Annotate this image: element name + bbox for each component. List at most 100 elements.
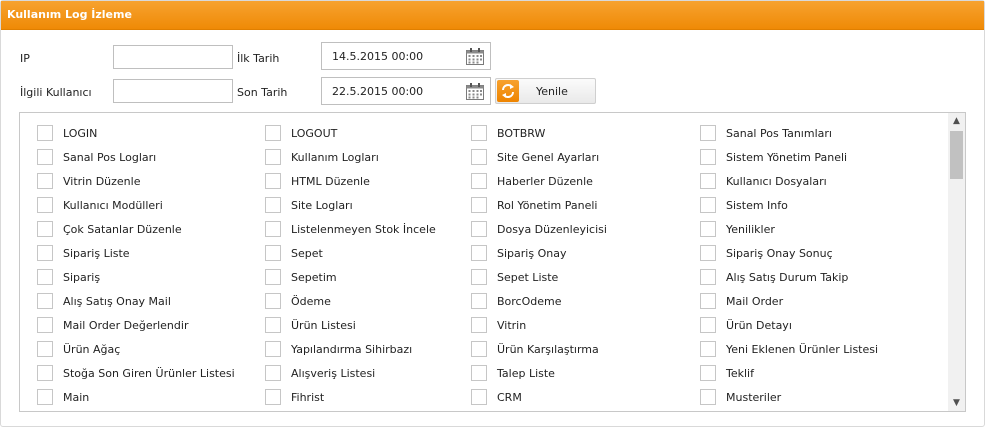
checkbox-label: LOGIN: [63, 127, 98, 140]
checkbox[interactable]: [471, 125, 487, 141]
checkbox[interactable]: [700, 221, 716, 237]
checkbox[interactable]: [700, 245, 716, 261]
checkbox[interactable]: [471, 173, 487, 189]
checkbox[interactable]: [265, 149, 281, 165]
checkbox-label: Stoğa Son Giren Ürünler Listesi: [63, 367, 235, 380]
scrollbar-thumb[interactable]: [950, 131, 963, 179]
checkbox-label: Ürün Detayı: [726, 319, 792, 332]
checkbox[interactable]: [265, 173, 281, 189]
checkbox[interactable]: [700, 341, 716, 357]
checkbox[interactable]: [37, 149, 53, 165]
user-label: İlgili Kullanıcı: [20, 86, 92, 99]
checkbox[interactable]: [700, 149, 716, 165]
checkbox-label: Talep Liste: [497, 367, 555, 380]
checkbox[interactable]: [700, 293, 716, 309]
checkbox-label: Main: [63, 391, 90, 404]
checkbox[interactable]: [700, 125, 716, 141]
checkbox[interactable]: [700, 173, 716, 189]
checkbox[interactable]: [471, 197, 487, 213]
checkbox-label: Sepet Liste: [497, 271, 559, 284]
checkbox-label: Yenilikler: [726, 223, 775, 236]
checkbox[interactable]: [265, 317, 281, 333]
start-date-field[interactable]: 14.5.2015 00:00: [321, 42, 491, 70]
end-date-value: 22.5.2015 00:00: [332, 85, 424, 98]
checkbox-label: Ödeme: [291, 295, 331, 308]
checkbox[interactable]: [471, 389, 487, 405]
checkbox[interactable]: [471, 293, 487, 309]
usage-log-panel: Kullanım Log İzleme IP İlgili Kullanıcı …: [0, 0, 985, 427]
ip-label: IP: [20, 52, 30, 65]
refresh-button[interactable]: Yenile: [495, 78, 596, 104]
checkbox-label: Mail Order: [726, 295, 784, 308]
checkbox[interactable]: [37, 341, 53, 357]
checkbox-label: Sipariş Onay: [497, 247, 567, 260]
checkbox[interactable]: [265, 341, 281, 357]
checkbox-label: Ürün Karşılaştırma: [497, 343, 599, 356]
checkbox-label: Vitrin Düzenle: [63, 175, 141, 188]
checkbox[interactable]: [471, 149, 487, 165]
checkbox[interactable]: [37, 389, 53, 405]
log-type-list[interactable]: ▲ ▼ LOGIN LOGOUT BOTBRW Sanal Pos Tanımları…: [19, 112, 966, 412]
checkbox-label: LOGOUT: [291, 127, 338, 140]
start-date-value: 14.5.2015 00:00: [332, 50, 424, 63]
checkbox-label: Haberler Düzenle: [497, 175, 593, 188]
scrollbar[interactable]: ▲ ▼: [948, 113, 965, 411]
checkbox[interactable]: [265, 245, 281, 261]
checkbox-label: BorcOdeme: [497, 295, 562, 308]
checkbox[interactable]: [265, 365, 281, 381]
checkbox-label: Alış Satış Durum Takip: [726, 271, 849, 284]
checkbox[interactable]: [265, 221, 281, 237]
checkbox[interactable]: [471, 245, 487, 261]
calendar-icon[interactable]: [466, 48, 484, 65]
end-date-field[interactable]: 22.5.2015 00:00: [321, 77, 491, 105]
user-input[interactable]: [113, 79, 233, 103]
checkbox[interactable]: [37, 245, 53, 261]
checkbox[interactable]: [37, 125, 53, 141]
checkbox-label: Yeni Eklenen Ürünler Listesi: [726, 343, 879, 356]
checkbox[interactable]: [265, 389, 281, 405]
checkbox-label: Mail Order Değerlendir: [63, 319, 189, 332]
checkbox-label: Kullanıcı Modülleri: [63, 199, 163, 212]
refresh-icon: [497, 80, 519, 102]
checkbox-label: Site Logları: [291, 199, 353, 212]
checkbox[interactable]: [37, 173, 53, 189]
calendar-icon[interactable]: [466, 83, 484, 100]
checkbox[interactable]: [471, 221, 487, 237]
checkbox-label: BOTBRW: [497, 127, 546, 140]
checkbox[interactable]: [265, 197, 281, 213]
checkbox-label: Alış Satış Onay Mail: [63, 295, 171, 308]
panel-header: Kullanım Log İzleme: [1, 1, 984, 30]
checkbox[interactable]: [265, 269, 281, 285]
checkbox-label: Alışveriş Listesi: [291, 367, 376, 380]
checkbox[interactable]: [37, 317, 53, 333]
checkbox[interactable]: [471, 365, 487, 381]
checkbox[interactable]: [700, 197, 716, 213]
checkbox[interactable]: [37, 293, 53, 309]
checkbox-label: Teklif: [726, 367, 754, 380]
checkbox[interactable]: [471, 341, 487, 357]
checkbox-label: Vitrin: [497, 319, 527, 332]
start-date-label: İlk Tarih: [237, 52, 280, 65]
checkbox-label: Rol Yönetim Paneli: [497, 199, 598, 212]
ip-input[interactable]: [113, 45, 233, 69]
checkbox[interactable]: [700, 389, 716, 405]
end-date-label: Son Tarih: [237, 86, 288, 99]
checkbox-label: Dosya Düzenleyicisi: [497, 223, 607, 236]
checkbox[interactable]: [700, 269, 716, 285]
checkbox[interactable]: [700, 317, 716, 333]
checkbox[interactable]: [37, 197, 53, 213]
checkbox[interactable]: [37, 221, 53, 237]
checkbox[interactable]: [265, 125, 281, 141]
scroll-down-icon[interactable]: ▼: [948, 395, 965, 411]
checkbox-label: HTML Düzenle: [291, 175, 370, 188]
panel-title: Kullanım Log İzleme: [7, 8, 132, 21]
checkbox-label: Sepet: [291, 247, 323, 260]
checkbox[interactable]: [265, 293, 281, 309]
checkbox-label: Sipariş Onay Sonuç: [726, 247, 833, 260]
checkbox[interactable]: [700, 365, 716, 381]
checkbox[interactable]: [471, 317, 487, 333]
checkbox[interactable]: [471, 269, 487, 285]
checkbox[interactable]: [37, 269, 53, 285]
checkbox[interactable]: [37, 365, 53, 381]
scroll-up-icon[interactable]: ▲: [948, 113, 965, 129]
